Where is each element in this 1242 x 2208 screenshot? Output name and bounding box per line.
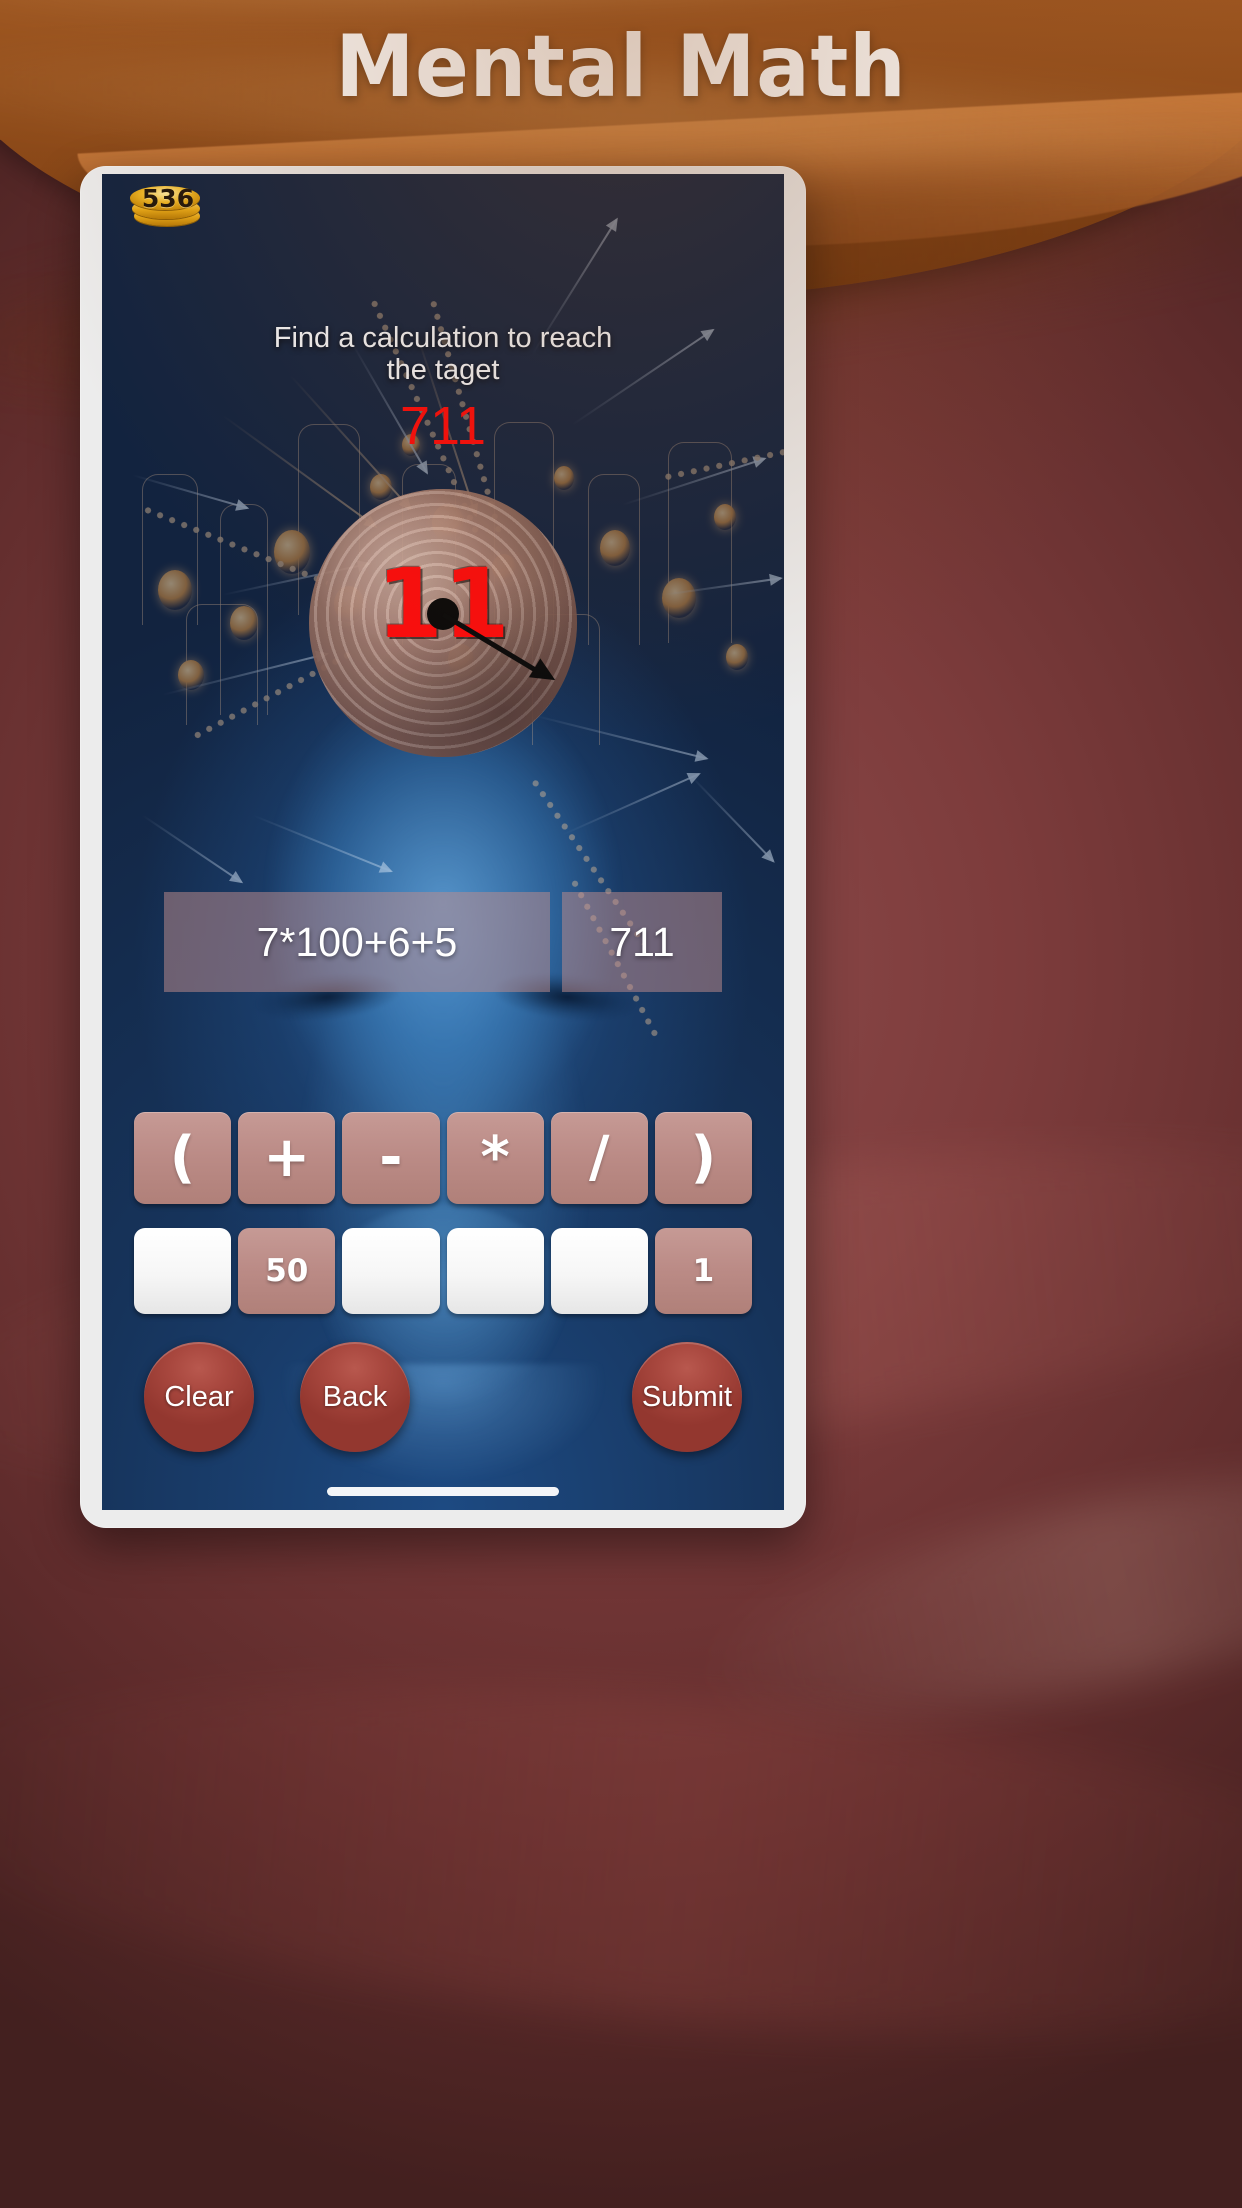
- operator-button-multiply[interactable]: *: [446, 1112, 544, 1204]
- operator-button-divide[interactable]: /: [550, 1112, 648, 1204]
- number-button[interactable]: [342, 1228, 440, 1314]
- number-button[interactable]: [446, 1228, 544, 1314]
- number-button[interactable]: [550, 1228, 648, 1314]
- clear-button[interactable]: Clear: [144, 1342, 254, 1452]
- prompt-text: Find a calculation to reach the taget: [142, 322, 744, 387]
- operator-keypad: ( + - * / ): [134, 1112, 753, 1204]
- operator-button-minus[interactable]: -: [342, 1112, 440, 1204]
- operator-button-close-paren[interactable]: ): [654, 1112, 753, 1204]
- submit-button[interactable]: Submit: [632, 1342, 742, 1452]
- back-button[interactable]: Back: [300, 1342, 410, 1452]
- number-button[interactable]: 1: [654, 1228, 753, 1314]
- expression-row: 7*100+6+5 711: [164, 892, 722, 992]
- operator-button-plus[interactable]: +: [238, 1112, 336, 1204]
- number-button[interactable]: 50: [238, 1228, 336, 1314]
- number-button[interactable]: [134, 1228, 232, 1314]
- operator-button-open-paren[interactable]: (: [134, 1112, 232, 1204]
- prompt-line-1: Find a calculation to reach: [273, 322, 613, 354]
- home-indicator[interactable]: [327, 1487, 559, 1496]
- number-keypad: 50 1: [134, 1228, 753, 1314]
- target-number: 711: [399, 396, 487, 456]
- phone-frame: 536 Find a calculation to reach the tage…: [80, 166, 806, 1528]
- prompt-line-2: the taget: [386, 354, 500, 387]
- result-display: 711: [562, 892, 722, 992]
- coin-count: 536: [141, 184, 195, 213]
- phone-screen: 536 Find a calculation to reach the tage…: [102, 174, 784, 1510]
- promo-title: Mental Math: [335, 17, 907, 117]
- action-button-row: Clear Back Submit: [132, 1342, 754, 1452]
- expression-display[interactable]: 7*100+6+5: [164, 892, 550, 992]
- coin-balance: 536: [130, 180, 206, 230]
